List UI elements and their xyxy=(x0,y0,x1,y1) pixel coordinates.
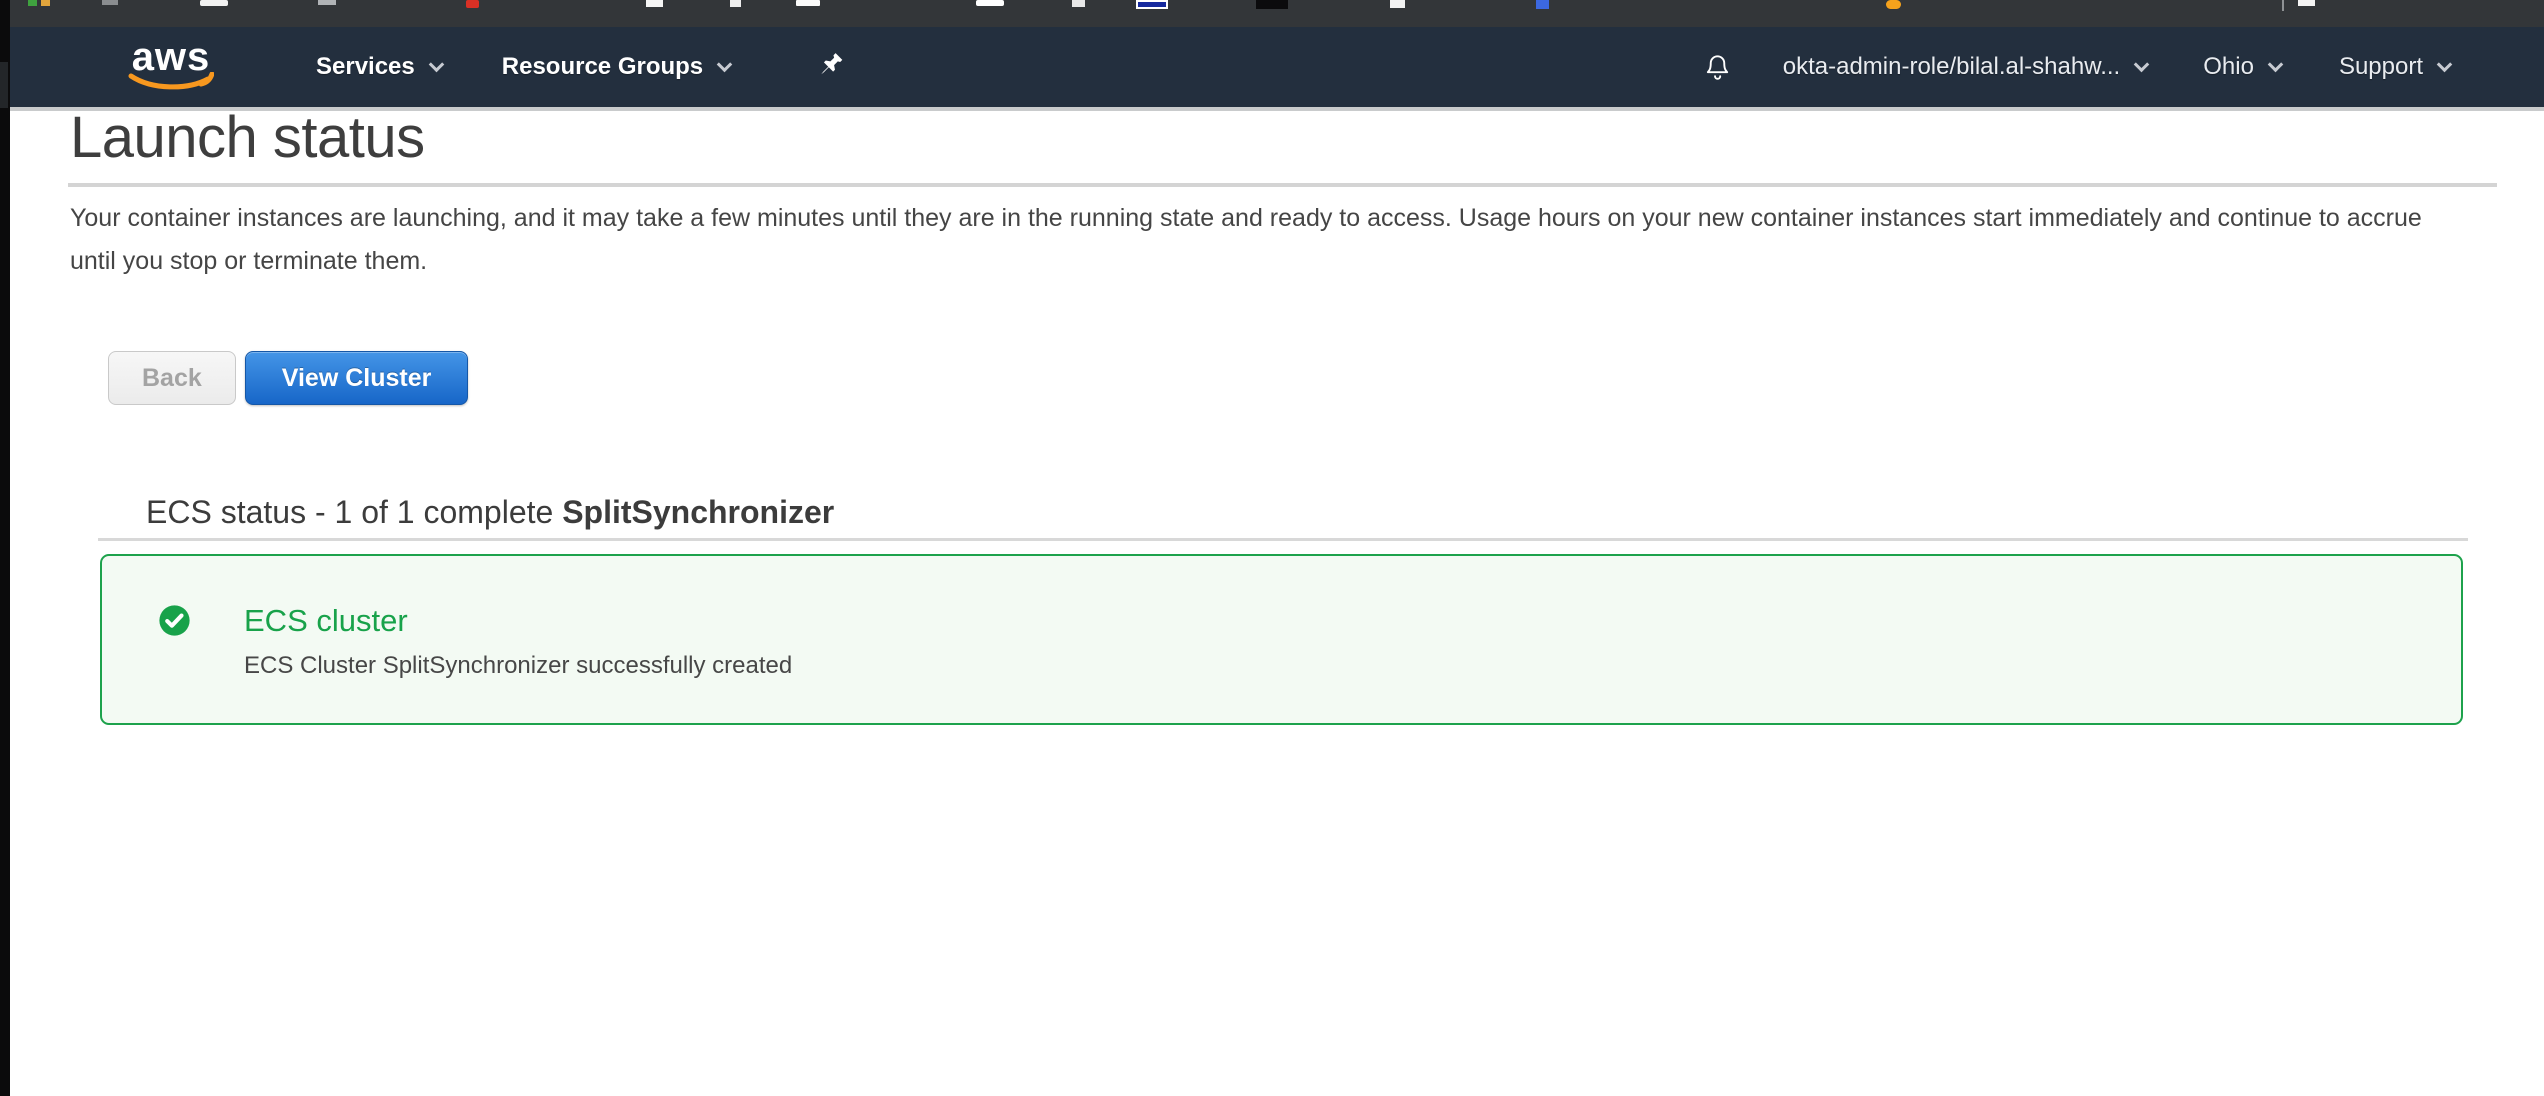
nav-resource-groups-menu[interactable]: Resource Groups xyxy=(502,53,730,81)
chevron-down-icon xyxy=(428,56,444,72)
browser-icon-fragment xyxy=(1390,0,1405,8)
browser-tab-strip xyxy=(10,0,2544,27)
chevron-down-icon xyxy=(2437,56,2453,72)
nav-support-label: Support xyxy=(2339,53,2423,81)
page-title: Launch status xyxy=(70,110,425,166)
view-cluster-button[interactable]: View Cluster xyxy=(245,351,469,405)
chevron-down-icon xyxy=(2134,56,2150,72)
browser-icon-fragment xyxy=(200,0,228,6)
browser-icon-fragment xyxy=(646,0,663,7)
browser-icon-fragment xyxy=(102,0,118,5)
browser-icon-fragment xyxy=(1886,0,1901,9)
browser-icon-fragment xyxy=(2282,0,2284,11)
browser-icon-fragment xyxy=(318,0,336,5)
browser-icon-fragment xyxy=(28,0,37,6)
status-card-text: ECS cluster ECS Cluster SplitSynchronize… xyxy=(244,604,792,680)
pushpin-icon xyxy=(816,51,846,83)
launch-description: Your container instances are launching, … xyxy=(70,197,2425,283)
browser-icon-fragment xyxy=(2298,0,2315,6)
pin-shortcuts-button[interactable] xyxy=(816,51,846,83)
nav-support-menu[interactable]: Support xyxy=(2339,53,2450,81)
aws-smile-swoosh-icon xyxy=(128,72,214,94)
browser-icon-fragment xyxy=(466,0,479,8)
ecs-status-heading-prefix: ECS status - 1 of 1 complete xyxy=(146,494,562,530)
browser-icon-fragment xyxy=(41,0,50,6)
back-button[interactable]: Back xyxy=(108,351,236,405)
action-button-row: Back View Cluster xyxy=(108,351,468,405)
browser-icon-fragment xyxy=(1256,0,1288,9)
aws-console-page: { "browser_strip": { "fragments": [ {"x"… xyxy=(0,0,2544,1096)
ecs-status-heading: ECS status - 1 of 1 complete SplitSynchr… xyxy=(146,494,834,531)
desktop-edge-notch xyxy=(0,62,8,108)
aws-logo-text: aws xyxy=(132,40,211,74)
browser-icon-fragment xyxy=(796,0,820,6)
check-circle-icon xyxy=(158,604,191,637)
notifications-button[interactable] xyxy=(1704,52,1731,82)
status-card-title: ECS cluster xyxy=(244,604,792,638)
status-card-message: ECS Cluster SplitSynchronizer successful… xyxy=(244,652,792,680)
status-section-divider xyxy=(98,538,2468,541)
browser-icon-fragment xyxy=(1072,0,1085,7)
title-divider xyxy=(68,183,2497,187)
nav-services-menu[interactable]: Services xyxy=(316,53,442,81)
nav-account-menu[interactable]: okta-admin-role/bilal.al-shahw... xyxy=(1783,53,2148,81)
browser-icon-fragment xyxy=(976,0,1004,6)
aws-navbar: aws Services Resource Groups xyxy=(10,27,2544,111)
ecs-status-heading-resource: SplitSynchronizer xyxy=(562,494,834,530)
nav-services-label: Services xyxy=(316,53,415,81)
navbar-left-group: aws Services Resource Groups xyxy=(10,40,846,94)
chevron-down-icon xyxy=(2268,56,2284,72)
desktop-edge-strip xyxy=(0,0,10,1096)
nav-region-label: Ohio xyxy=(2203,53,2254,81)
aws-logo[interactable]: aws xyxy=(128,40,214,94)
ecs-cluster-status-card: ECS cluster ECS Cluster SplitSynchronize… xyxy=(100,554,2463,725)
bell-icon xyxy=(1704,52,1731,82)
browser-icon-fragment xyxy=(1136,0,1168,9)
browser-icon-fragment xyxy=(730,0,741,7)
browser-icon-fragment xyxy=(1536,0,1549,9)
nav-resource-groups-label: Resource Groups xyxy=(502,53,703,81)
nav-region-menu[interactable]: Ohio xyxy=(2203,53,2281,81)
chevron-down-icon xyxy=(717,56,733,72)
navbar-right-group: okta-admin-role/bilal.al-shahw... Ohio S… xyxy=(1704,52,2450,82)
nav-account-label: okta-admin-role/bilal.al-shahw... xyxy=(1783,53,2121,81)
